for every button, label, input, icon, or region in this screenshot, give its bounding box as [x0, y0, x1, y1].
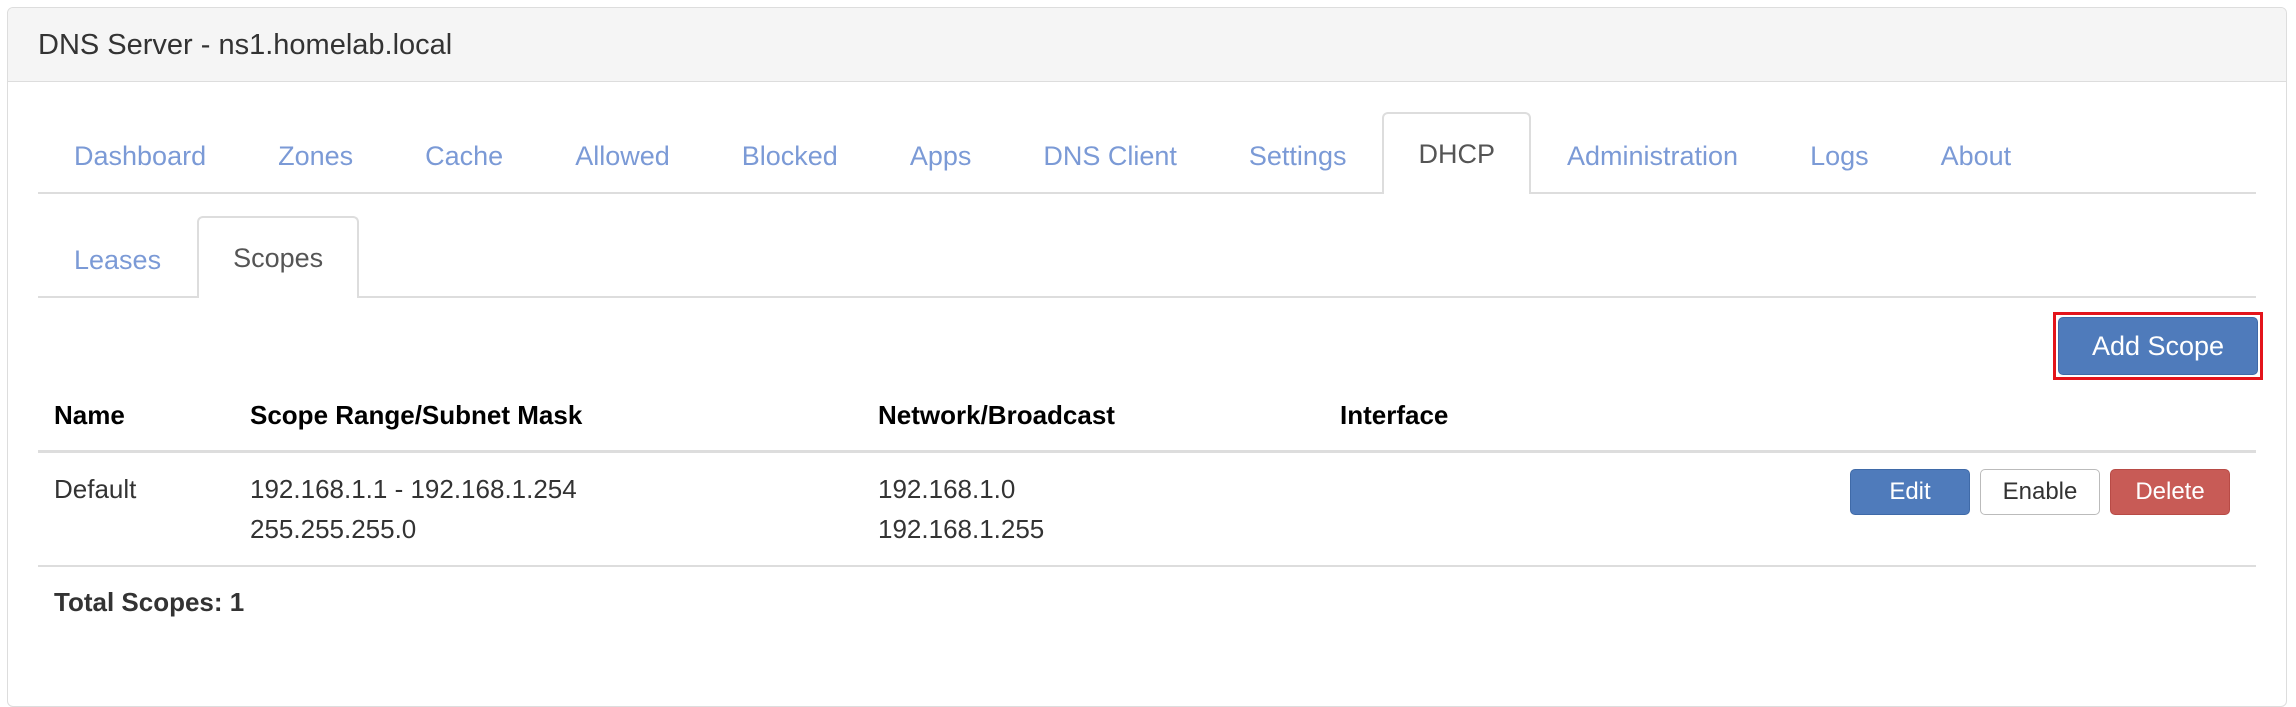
tab-apps[interactable]: Apps: [874, 114, 1008, 194]
scope-name: Default: [38, 451, 234, 567]
tab-settings[interactable]: Settings: [1213, 114, 1383, 194]
column-header-scope-range: Scope Range/Subnet Mask: [234, 380, 862, 453]
delete-button[interactable]: Delete: [2110, 469, 2230, 515]
tab-dhcp[interactable]: DHCP: [1382, 112, 1531, 194]
tab-scopes[interactable]: Scopes: [197, 216, 360, 298]
scopes-table: Name Scope Range/Subnet Mask Network/Bro…: [38, 380, 2256, 567]
scope-toolbar: Add Scope: [38, 298, 2263, 380]
scope-range: 192.168.1.1 - 192.168.1.254: [250, 474, 577, 504]
dhcp-sub-tab-bar: Leases Scopes: [38, 216, 2256, 298]
column-header-interface: Interface: [1324, 380, 1640, 453]
main-tab-bar: Dashboard Zones Cache Allowed Blocked Ap…: [38, 112, 2256, 194]
panel-body: Dashboard Zones Cache Allowed Blocked Ap…: [8, 112, 2286, 618]
panel-title: DNS Server - ns1.homelab.local: [8, 8, 2286, 82]
edit-button[interactable]: Edit: [1850, 469, 1970, 515]
tab-logs[interactable]: Logs: [1774, 114, 1905, 194]
enable-button[interactable]: Enable: [1980, 469, 2100, 515]
scope-broadcast: 192.168.1.255: [878, 514, 1045, 544]
total-scopes: Total Scopes: 1: [54, 587, 245, 617]
tab-leases[interactable]: Leases: [38, 218, 197, 298]
scope-interface: [1324, 451, 1640, 567]
tab-dashboard[interactable]: Dashboard: [38, 114, 242, 194]
table-row: Default 192.168.1.1 - 192.168.1.254 255.…: [38, 451, 2256, 567]
scope-range-cell: 192.168.1.1 - 192.168.1.254 255.255.255.…: [234, 451, 862, 567]
tab-blocked[interactable]: Blocked: [706, 114, 874, 194]
scope-actions: Edit Enable Delete: [1640, 451, 2256, 567]
scope-subnet-mask: 255.255.255.0: [250, 514, 417, 544]
tab-dns-client[interactable]: DNS Client: [1007, 114, 1213, 194]
network-broadcast-cell: 192.168.1.0 192.168.1.255: [862, 451, 1324, 567]
dns-server-panel: DNS Server - ns1.homelab.local Dashboard…: [7, 7, 2287, 707]
tab-administration[interactable]: Administration: [1531, 114, 1774, 194]
tab-allowed[interactable]: Allowed: [539, 114, 706, 194]
column-header-network-broadcast: Network/Broadcast: [862, 380, 1324, 453]
table-header-row: Name Scope Range/Subnet Mask Network/Bro…: [38, 380, 2256, 453]
add-scope-button[interactable]: Add Scope: [2058, 317, 2258, 375]
column-header-actions: [1640, 380, 2256, 453]
scope-network: 192.168.1.0: [878, 474, 1016, 504]
tab-about[interactable]: About: [1905, 114, 2048, 194]
tab-zones[interactable]: Zones: [242, 114, 389, 194]
column-header-name: Name: [38, 380, 234, 453]
tab-cache[interactable]: Cache: [389, 114, 539, 194]
